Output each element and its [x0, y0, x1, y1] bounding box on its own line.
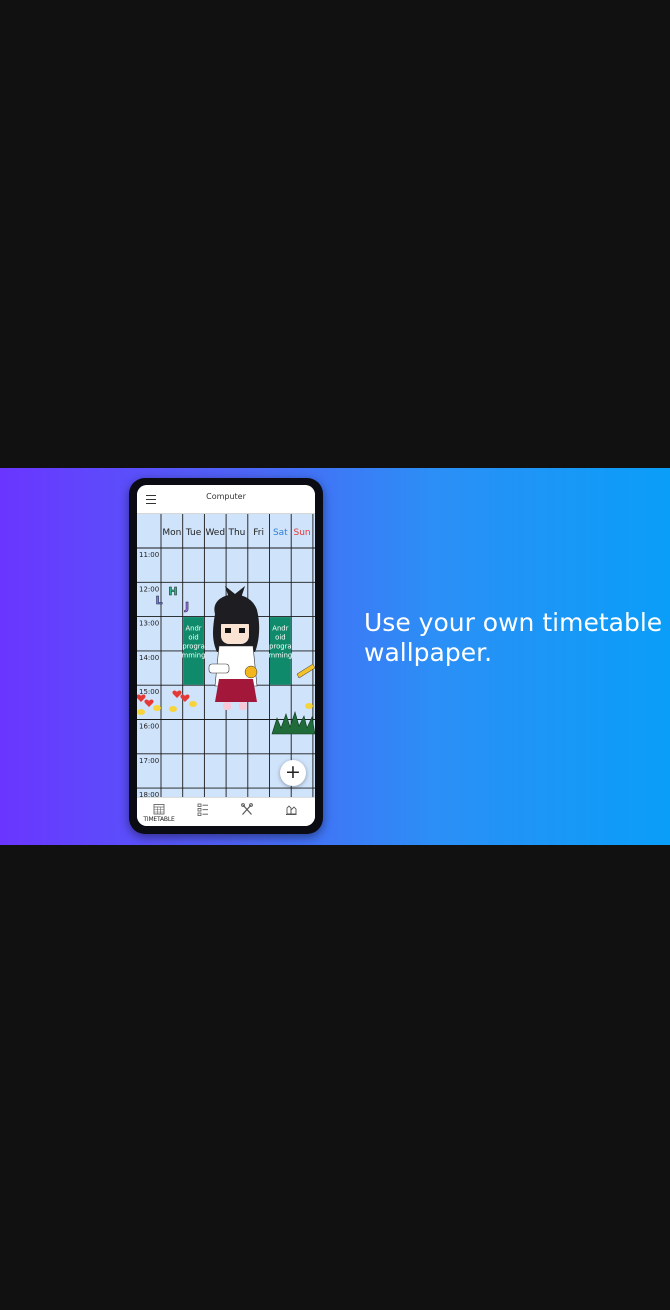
phone-mockup: Computer Mon Tue Wed Thu Fri Sat Sun 11:00 12:00…: [129, 478, 323, 834]
sticker-letter-l: L: [155, 594, 162, 607]
hour-label: 17:00: [139, 757, 159, 765]
hour-label: 16:00: [139, 723, 159, 731]
promo-tagline: Use your own timetable wallpaper.: [364, 608, 663, 667]
hour-label: 13:00: [139, 620, 159, 628]
day-header-sun: Sun: [293, 528, 310, 538]
decor-grass: [271, 710, 315, 735]
nav-tools[interactable]: [225, 798, 269, 826]
class-label-line: Andr: [272, 625, 288, 633]
nav-label-timetable: TIMETABLE: [143, 816, 175, 823]
class-label-line: Andr: [186, 625, 202, 633]
day-header-mon: Mon: [162, 528, 181, 538]
day-header-sat: Sat: [273, 528, 288, 538]
day-header-thu: Thu: [227, 528, 245, 538]
calendar-grid-icon: [153, 804, 165, 815]
day-header-tue: Tue: [185, 528, 202, 538]
decor-pencil: [296, 663, 315, 679]
character-illustration: [208, 586, 260, 710]
class-label-line: mming: [268, 652, 292, 660]
nav-timetable[interactable]: TIMETABLE: [137, 798, 181, 826]
checklist-icon: [197, 803, 208, 816]
nav-todo[interactable]: [181, 798, 225, 826]
class-label-line: oid: [275, 634, 285, 642]
nav-settings[interactable]: [269, 798, 313, 826]
day-header-wed: Wed: [205, 528, 225, 538]
class-label-line: progra: [182, 643, 204, 651]
class-label-line: progra: [269, 643, 291, 651]
hour-label: 12:00: [139, 585, 159, 593]
settings-icon: [286, 805, 297, 815]
phone-screen: Computer Mon Tue Wed Thu Fri Sat Sun 11:00 12:00…: [137, 485, 315, 826]
app-title: Computer: [206, 492, 246, 501]
class-label-line: mming: [182, 652, 206, 660]
bottom-nav: TIMETABLE: [137, 797, 315, 826]
timetable-grid[interactable]: Mon Tue Wed Thu Fri Sat Sun 11:00 12:00 13:00 14:0…: [137, 514, 315, 797]
hour-label: 14:00: [139, 654, 159, 662]
sticker-letter-h: H: [168, 585, 177, 598]
app-bar: Computer: [137, 485, 315, 514]
sticker-letter-j: J: [184, 600, 189, 613]
add-class-button[interactable]: +: [280, 760, 306, 786]
timetable-canvas: Mon Tue Wed Thu Fri Sat Sun 11:00 12:00 13:00 14:0…: [137, 514, 315, 797]
class-label-line: oid: [188, 634, 198, 642]
hour-label: 11:00: [139, 551, 159, 559]
day-header-fri: Fri: [253, 528, 264, 538]
promo-banner: Computer Mon Tue Wed Thu Fri Sat Sun 11:00 12:00…: [0, 468, 670, 845]
crossed-tools-icon: [241, 803, 253, 815]
